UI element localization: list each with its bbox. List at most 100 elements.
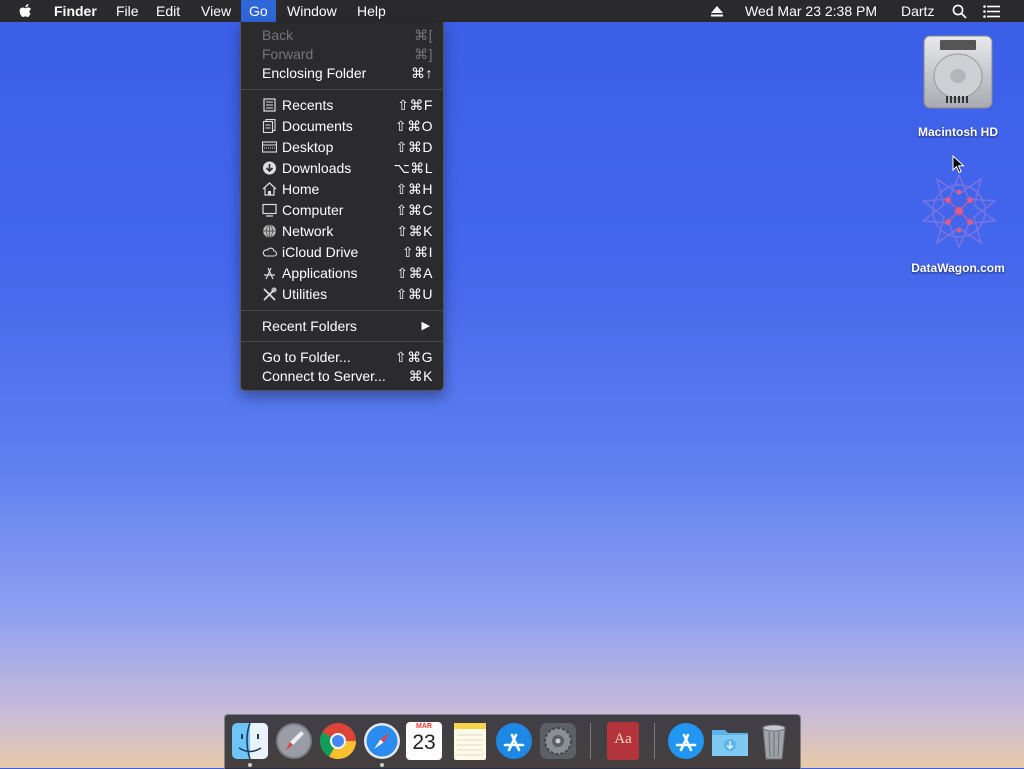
shortcut: ⇧⌘K [396,223,433,239]
menu-file[interactable]: File [108,0,147,22]
menu-item-label: Applications [282,265,358,281]
menu-item-back[interactable]: Back ⌘[ [241,25,443,45]
menu-item-label: Go to Folder... [262,349,351,365]
menu-help[interactable]: Help [349,0,394,22]
desktop-icon-label: DataWagon.com [911,261,1005,275]
running-indicator [248,763,252,767]
network-icon [263,224,276,238]
menu-item-label: Forward [262,46,314,62]
menu-item-documents[interactable]: Documents ⇧⌘O [241,116,443,136]
mouse-cursor-icon [952,155,965,174]
spotlight-search-icon[interactable] [952,4,967,19]
clock[interactable]: Wed Mar 23 2:38 PM [745,0,877,22]
menu-go[interactable]: Go [241,0,276,22]
menu-item-label: Downloads [282,160,352,176]
dock-separator [654,723,655,759]
shortcut: ⇧⌘G [394,349,433,365]
network-server-icon [921,173,997,249]
shortcut: ⌘K [408,368,433,384]
shortcut: ⌘[ [414,27,433,43]
menu-item-label: Desktop [282,139,334,155]
menu-item-icloud-drive[interactable]: iCloud Drive ⇧⌘I [241,242,443,262]
calendar-month: MAR [416,723,432,730]
applications-icon [264,267,275,280]
shortcut: ⇧⌘O [394,118,433,134]
shortcut: ⇧⌘A [396,265,433,281]
launchpad-icon[interactable] [274,721,314,761]
menu-view[interactable]: View [193,0,239,22]
menu-item-connect-to-server[interactable]: Connect to Server... ⌘K [241,366,443,386]
dictionary-icon[interactable]: Aa [607,722,639,760]
notes-icon[interactable] [450,721,490,761]
desktop-icon-label: Macintosh HD [917,125,998,139]
menu-item-network[interactable]: Network ⇧⌘K [241,221,443,241]
menu-item-downloads[interactable]: Downloads ⌥⌘L [241,158,443,178]
documents-icon [262,119,276,133]
desktop-icon-datawagon[interactable]: DataWagon.com [911,170,1005,280]
user-name[interactable]: Dartz [901,0,934,22]
menu-item-applications[interactable]: Applications ⇧⌘A [241,263,443,283]
shortcut: ⇧⌘C [395,202,433,218]
menu-item-label: Home [282,181,320,197]
menu-item-utilities[interactable]: Utilities ⇧⌘U [241,284,443,304]
menu-bar: Finder File Edit View Go Window Help Wed… [0,0,1024,22]
menu-item-label: Utilities [282,286,328,302]
menu-item-recents[interactable]: Recents ⇧⌘F [241,95,443,115]
menu-item-label: Documents [282,118,353,134]
dock-separator [590,723,591,759]
menu-item-go-to-folder[interactable]: Go to Folder... ⇧⌘G [241,347,443,367]
go-menu-dropdown: Back ⌘[ Forward ⌘] Enclosing Folder ⌘↑ R… [240,22,444,391]
menu-separator [241,89,443,90]
menu-item-label: Enclosing Folder [262,65,367,81]
menu-edit[interactable]: Edit [148,0,188,22]
finder-icon[interactable] [230,721,270,761]
menu-item-label: Back [262,27,294,43]
menu-item-forward[interactable]: Forward ⌘] [241,44,443,64]
dock: MAR 23 Aa [224,714,801,769]
system-preferences-icon[interactable] [538,721,578,761]
apple-icon[interactable] [18,3,34,20]
applications-folder-icon[interactable] [666,721,706,761]
menu-item-label: Computer [282,202,344,218]
icloud-icon [262,247,277,257]
shortcut: ⇧⌘U [395,286,433,302]
menu-item-label: iCloud Drive [282,244,359,260]
menu-item-label: Network [282,223,334,239]
dictionary-label: Aa [614,731,632,747]
shortcut: ⇧⌘D [395,139,433,155]
calendar-day: 23 [412,731,436,754]
menu-item-computer[interactable]: Computer ⇧⌘C [241,200,443,220]
downloads-icon [263,161,276,175]
calendar-icon[interactable]: MAR 23 [406,722,442,760]
menu-item-label: Recents [282,97,334,113]
app-store-icon[interactable] [494,721,534,761]
desktop-icon-macintosh-hd[interactable]: Macintosh HD [918,32,998,142]
chrome-icon[interactable] [318,721,358,761]
menu-finder[interactable]: Finder [46,0,105,22]
eject-icon[interactable] [711,6,723,17]
hard-drive-icon [923,35,993,109]
notification-center-icon[interactable] [983,5,1001,18]
downloads-folder-icon[interactable] [710,721,750,761]
menu-separator [241,341,443,342]
shortcut: ⇧⌘H [395,181,433,197]
home-icon [262,182,277,196]
shortcut: ⌘] [414,46,433,62]
safari-icon[interactable] [362,721,402,761]
shortcut: ⌘↑ [411,65,433,81]
menu-item-enclosing-folder[interactable]: Enclosing Folder ⌘↑ [241,63,443,83]
running-indicator [380,763,384,767]
menu-item-label: Recent Folders [262,318,357,334]
menu-item-desktop[interactable]: Desktop ⇧⌘D [241,137,443,157]
menu-item-recent-folders[interactable]: Recent Folders ▶ [241,316,443,336]
shortcut: ⇧⌘F [397,97,433,113]
menu-item-home[interactable]: Home ⇧⌘H [241,179,443,199]
submenu-arrow-icon: ▶ [421,320,430,332]
trash-icon[interactable] [754,721,794,761]
shortcut: ⌥⌘L [393,160,433,176]
menu-window[interactable]: Window [279,0,345,22]
menu-separator [241,310,443,311]
recents-icon [263,98,276,112]
desktop-icon [262,141,277,153]
menu-item-label: Connect to Server... [262,368,386,384]
